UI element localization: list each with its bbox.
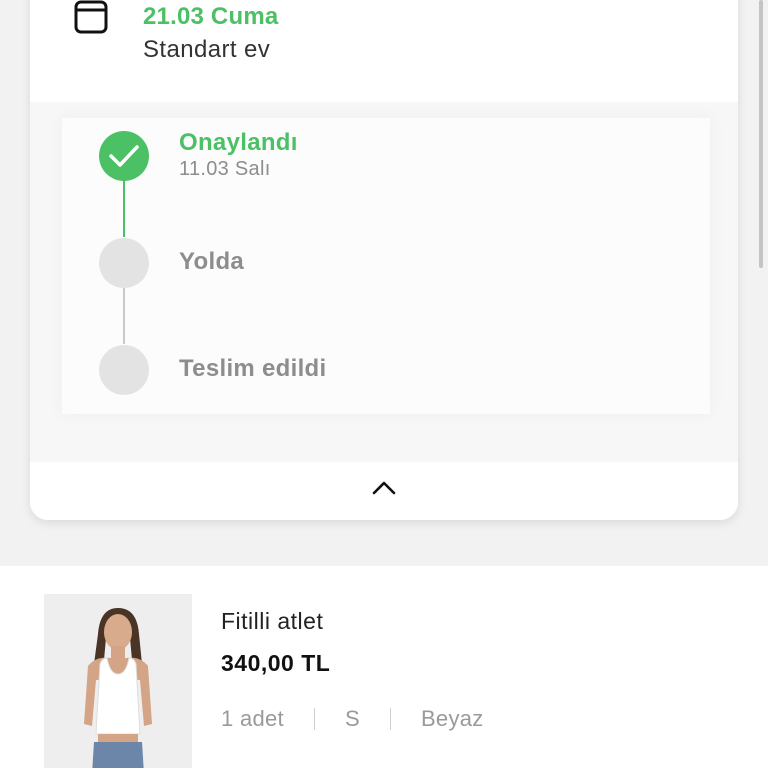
product-attributes: 1 adet S Beyaz [221,706,484,732]
step-label-confirmed: Onaylandı [179,129,298,156]
step-date-confirmed: 11.03 Salı [179,158,271,180]
step-in-transit-dot [99,238,149,288]
calendar-icon [74,0,108,34]
tracker-panel: Onaylandı 11.03 Salı Yolda Teslim edildi [62,118,710,414]
product-image[interactable] [44,594,192,768]
product-price: 340,00 TL [221,650,331,676]
step-connector [123,288,125,344]
product-quantity: 1 adet [221,706,284,731]
delivery-date: 21.03 Cuma [143,3,279,30]
collapse-button[interactable] [30,462,738,520]
order-tracking-card: 21.03 Cuma Standart ev Onaylandı 11.03 S… [30,0,738,520]
divider [313,708,315,730]
delivery-info: 21.03 Cuma Standart ev [30,0,738,82]
order-status-tracker: Onaylandı 11.03 Salı Yolda Teslim edildi [30,102,738,462]
order-item[interactable]: Fitilli atlet 340,00 TL 1 adet S Beyaz [0,566,768,768]
product-size: S [344,706,360,731]
product-name[interactable]: Fitilli atlet [221,608,323,635]
product-color: Beyaz [420,706,484,731]
scrollbar[interactable] [759,0,763,268]
step-label-in-transit: Yolda [179,248,245,275]
divider [389,708,391,730]
delivery-type: Standart ev [143,36,271,63]
step-connector [123,181,125,237]
step-confirmed-check-icon [99,131,149,181]
chevron-up-icon [372,481,396,495]
step-label-delivered: Teslim edildi [179,355,327,382]
step-delivered-dot [99,345,149,395]
